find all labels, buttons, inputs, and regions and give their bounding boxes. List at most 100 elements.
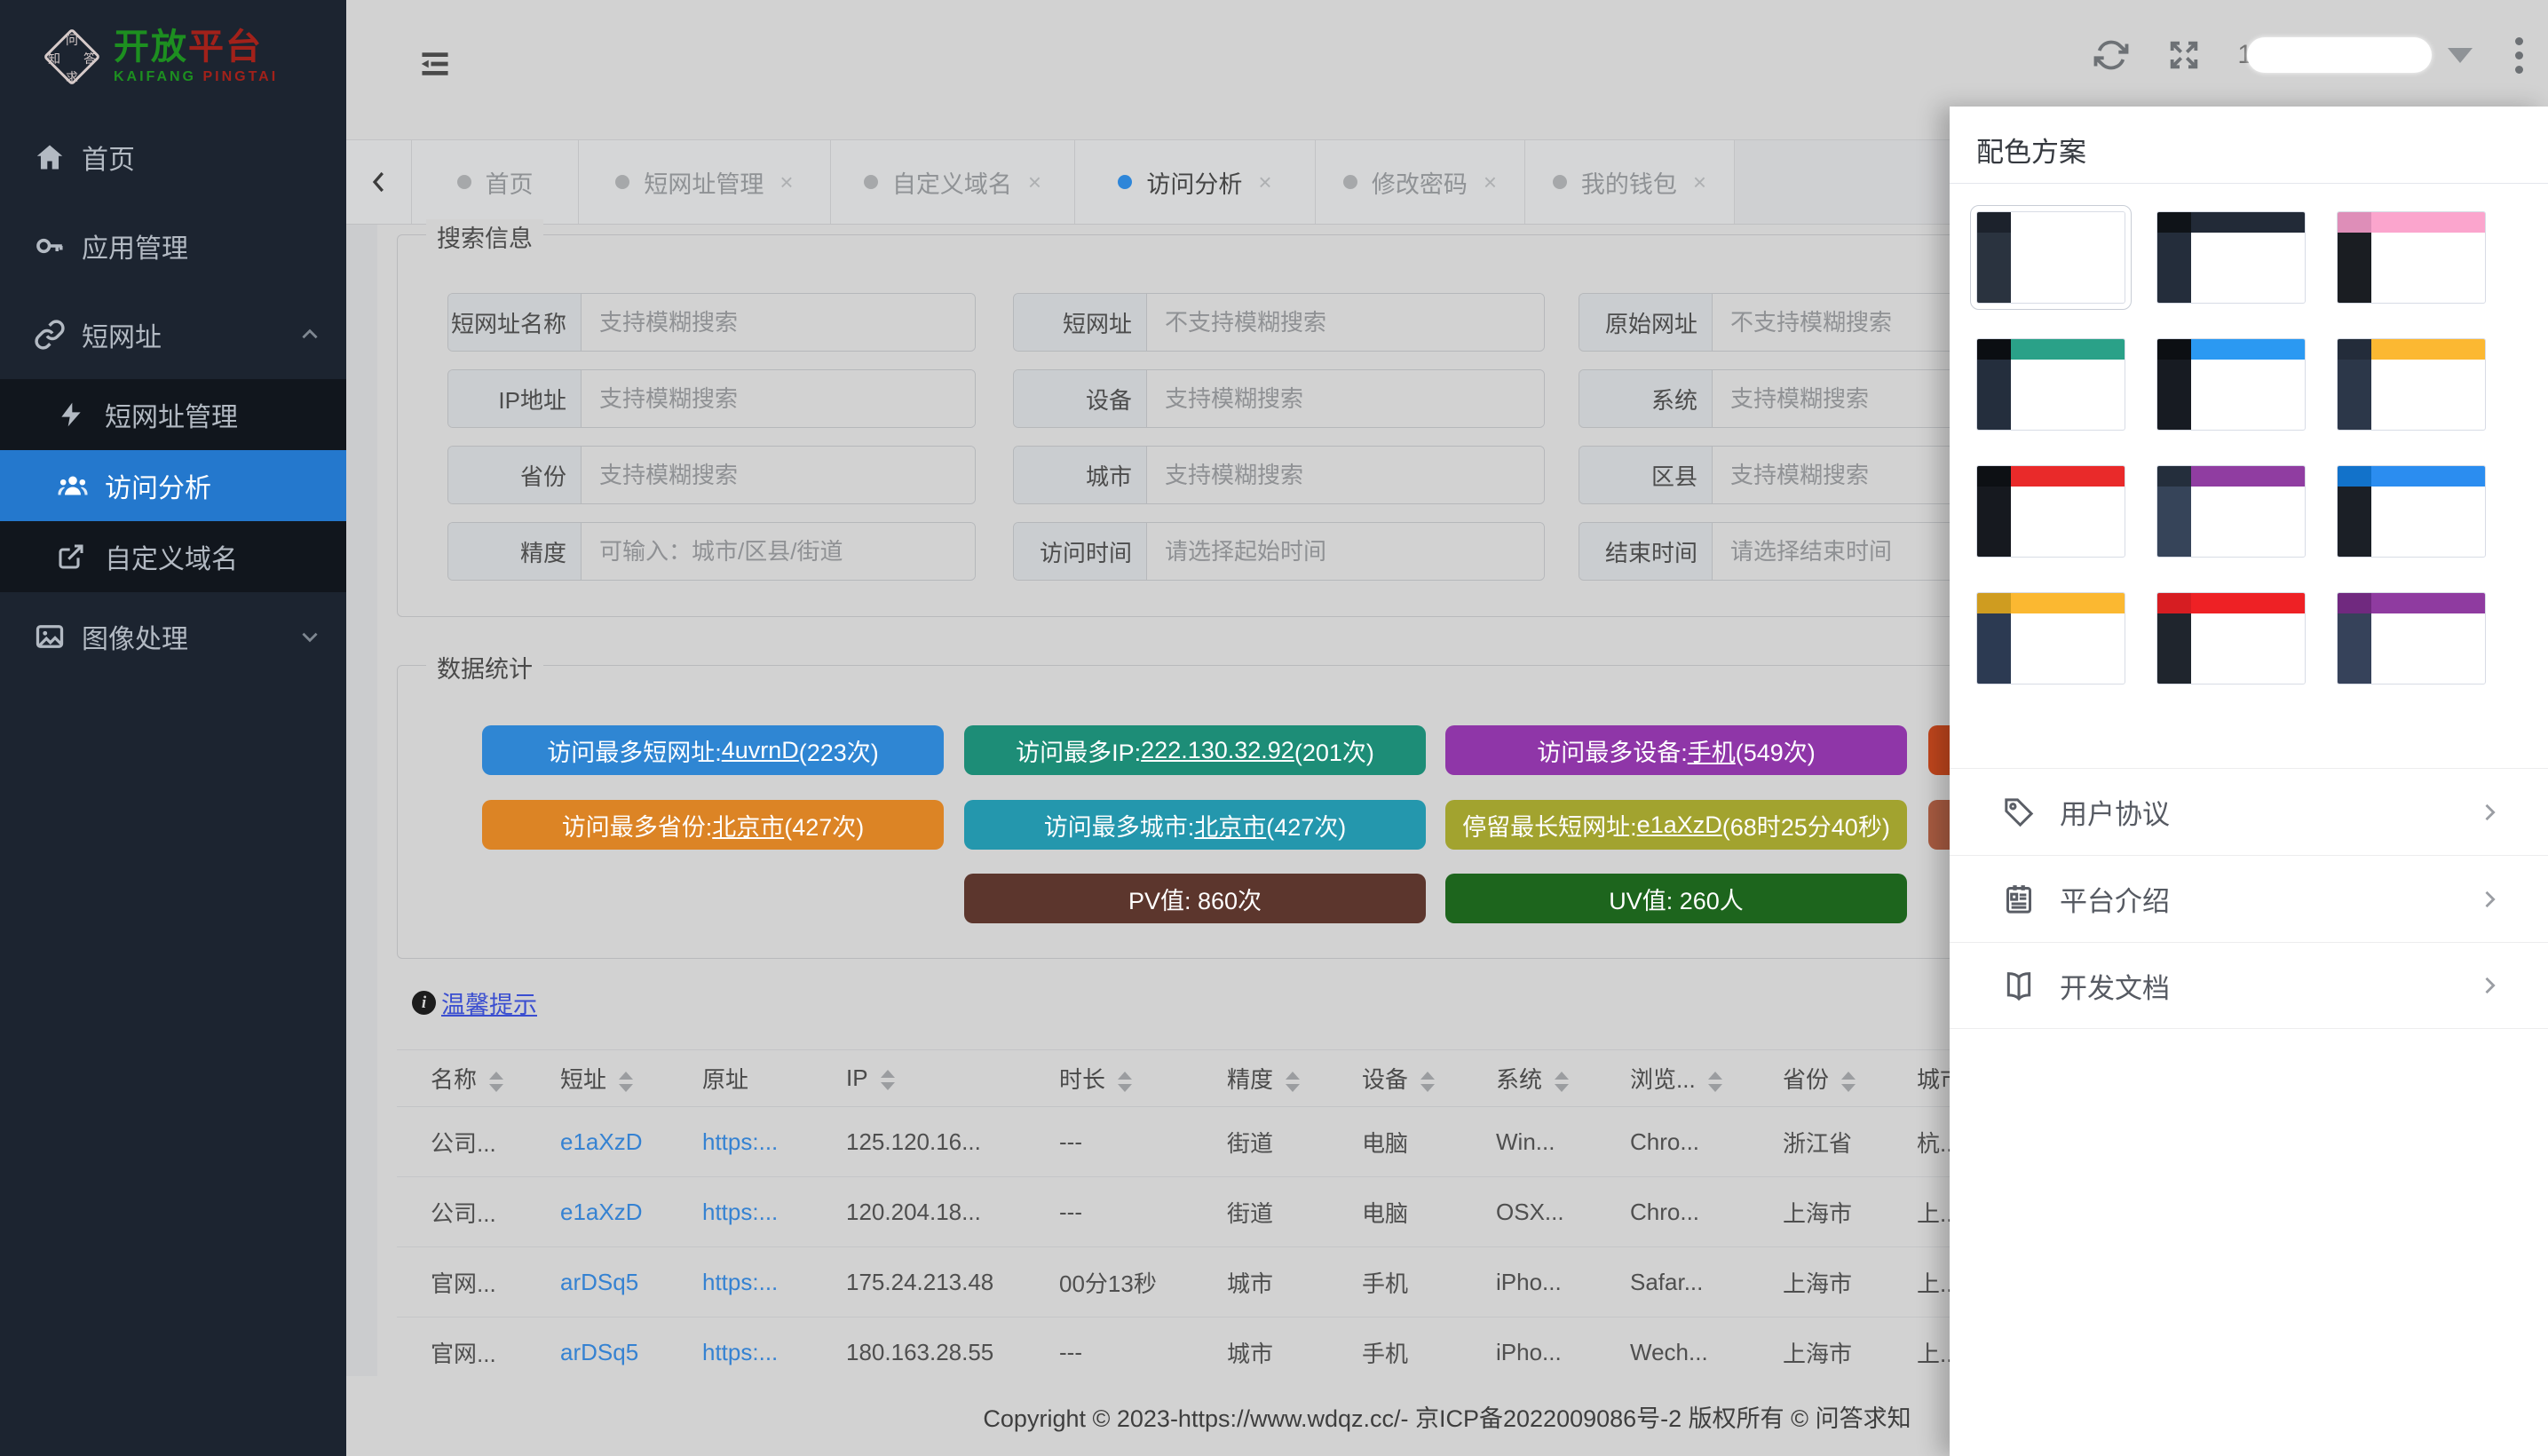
col-browser: 浏览... [1596,1050,1749,1107]
sidebar-item-custom-domain[interactable]: 自定义域名 [0,521,346,592]
stat-link[interactable]: 北京市 [712,808,784,843]
col-ip: IP [812,1050,1025,1107]
sort-icon[interactable] [1555,1072,1569,1092]
tab-short-url-management[interactable]: 短网址管理 × [579,140,831,224]
user-menu[interactable]: 1 [2237,37,2473,73]
topbar-actions: 1 [2092,36,2523,75]
tab-change-password[interactable]: 修改密码 × [1316,140,1525,224]
tab-custom-domain[interactable]: 自定义域名 × [831,140,1075,224]
sidebar-item-short-url-management[interactable]: 短网址管理 [0,379,346,450]
drawer-title: 配色方案 [1976,130,2086,170]
tab-close-icon[interactable]: × [1258,169,1271,196]
short-url-input[interactable] [1147,294,1544,351]
notebook-icon [2001,882,2037,917]
short-url-link[interactable]: arDSq5 [560,1339,638,1365]
topbar: 1 [346,0,2548,124]
theme-swatch-1[interactable] [1976,211,2125,304]
original-url-link[interactable]: https:... [702,1199,778,1225]
field-city: 城市 [1013,446,1545,504]
fullscreen-icon[interactable] [2164,36,2204,75]
sidebar-item-short-url[interactable]: 短网址 [0,290,346,379]
tab-home[interactable]: 首页 [412,140,579,224]
visit-time-input[interactable] [1147,523,1544,580]
short-url-link[interactable]: arDSq5 [560,1269,638,1295]
menu-dev-docs[interactable]: 开发文档 [1950,942,2548,1029]
theme-swatch-7[interactable] [1976,465,2125,558]
theme-swatch-11[interactable] [2156,592,2306,684]
tab-dot-active [1118,175,1132,189]
stat-link[interactable]: 222.130.32.92 [1141,737,1294,764]
sidebar-item-image-processing[interactable]: 图像处理 [0,592,346,681]
stat-most-visited-device[interactable]: 访问最多设备: 手机(549次) [1445,725,1907,775]
tab-close-icon[interactable]: × [779,169,793,196]
theme-swatch-4[interactable] [1976,338,2125,431]
theme-swatch-6[interactable] [2337,338,2486,431]
sort-icon[interactable] [1420,1072,1435,1092]
stat-link[interactable]: 北京市 [1194,808,1266,843]
short-url-link[interactable]: e1aXzD [560,1199,643,1225]
refresh-icon[interactable] [2092,36,2131,75]
logo[interactable]: 问 答 求 知 开放平台 KAIFANG PINGTAI [0,0,346,113]
original-url-link[interactable]: https:... [702,1128,778,1155]
stat-pv-value[interactable]: PV值: 860次 [964,874,1426,923]
sort-icon[interactable] [1286,1072,1300,1092]
stat-most-visited-short-url[interactable]: 访问最多短网址: 4uvrnD(223次) [482,725,944,775]
tag-icon [2001,795,2037,830]
theme-swatch-10[interactable] [1976,592,2125,684]
sidebar-collapse-icon[interactable] [415,46,455,82]
original-url-link[interactable]: https:... [702,1339,778,1365]
link-icon [34,319,69,351]
menu-platform-intro[interactable]: 平台介绍 [1950,855,2548,942]
logo-text: 开放平台 KAIFANG PINGTAI [114,28,278,85]
sidebar-item-visit-analysis[interactable]: 访问分析 [0,450,346,521]
stat-most-visited-province[interactable]: 访问最多省份: 北京市(427次) [482,800,944,850]
stat-link[interactable]: e1aXzD [1637,811,1722,839]
theme-swatch-2[interactable] [2156,211,2306,304]
menu-user-agreement[interactable]: 用户协议 [1950,768,2548,855]
theme-swatch-5[interactable] [2156,338,2306,431]
precision-input[interactable] [582,523,975,580]
sidebar-item-home[interactable]: 首页 [0,113,346,202]
original-url-link[interactable]: https:... [702,1269,778,1295]
theme-swatch-3[interactable] [2337,211,2486,304]
tabs-back-button[interactable] [346,140,412,224]
chevron-right-icon [2477,973,2502,998]
sort-icon[interactable] [619,1072,633,1092]
city-input[interactable] [1147,447,1544,503]
col-province: 省份 [1749,1050,1883,1107]
col-original-url: 原址 [669,1050,812,1107]
sidebar-item-app-management[interactable]: 应用管理 [0,202,346,290]
more-options-icon[interactable] [2515,37,2523,74]
device-input[interactable] [1147,370,1544,427]
sort-icon[interactable] [1708,1072,1722,1092]
theme-swatch-8[interactable] [2156,465,2306,558]
content-scrollbar[interactable] [346,225,377,1376]
province-input[interactable] [582,447,975,503]
short-url-name-input[interactable] [582,294,975,351]
stat-most-visited-city[interactable]: 访问最多城市: 北京市(427次) [964,800,1426,850]
warm-tips-link[interactable]: 温馨提示 [441,985,537,1020]
divider [1950,183,2548,184]
tab-close-icon[interactable]: × [1484,169,1497,196]
stat-link[interactable]: 手机 [1688,733,1736,768]
sort-icon[interactable] [1841,1072,1856,1092]
chevron-right-icon [2477,887,2502,912]
sort-icon[interactable] [1118,1072,1132,1092]
tab-close-icon[interactable]: × [1693,169,1706,196]
ip-address-input[interactable] [582,370,975,427]
short-url-link[interactable]: e1aXzD [560,1128,643,1155]
theme-swatch-9[interactable] [2337,465,2486,558]
stat-most-visited-ip[interactable]: 访问最多IP: 222.130.32.92(201次) [964,725,1426,775]
image-icon [34,621,69,653]
tab-visit-analysis[interactable]: 访问分析 × [1075,140,1316,224]
tab-close-icon[interactable]: × [1028,169,1041,196]
sort-icon[interactable] [489,1072,503,1092]
theme-swatch-12[interactable] [2337,592,2486,684]
stat-uv-value[interactable]: UV值: 260人 [1445,874,1907,923]
stat-link[interactable]: 4uvrnD [722,737,799,764]
tab-dot [864,175,878,189]
tab-my-wallet[interactable]: 我的钱包 × [1525,140,1735,224]
stat-longest-stay-short-url[interactable]: 停留最长短网址: e1aXzD(68时25分40秒) [1445,800,1907,850]
sort-icon[interactable] [881,1070,895,1090]
col-name: 名称 [397,1050,526,1107]
